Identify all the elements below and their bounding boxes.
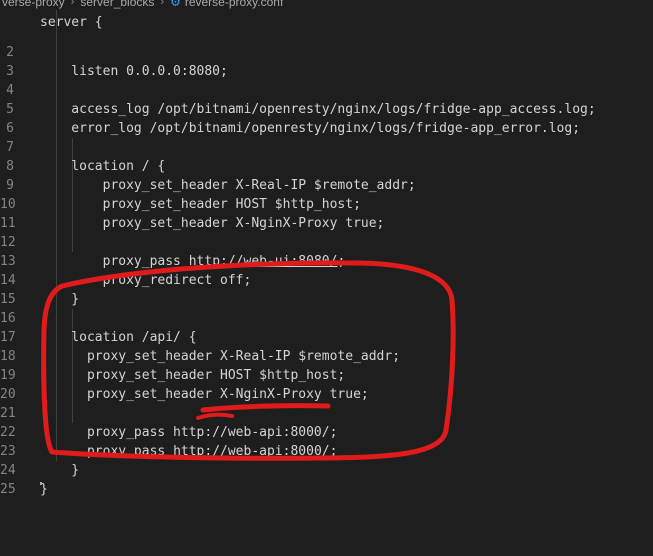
code-line: 25 (0, 461, 653, 497)
code-line: 17 proxy_set_header X-Real-IP $remote_ad… (0, 309, 653, 364)
code-line: 18 proxy_set_header HOST $http_host; (0, 328, 653, 383)
code-line: 11 (0, 195, 653, 231)
code-line: 2 listen 0.0.0.0:8080; (0, 24, 653, 79)
breadcrumb-item[interactable]: reverse-proxy.conf (185, 0, 283, 9)
code-line: 21 proxy_pass http://web-api:8000/; (0, 385, 653, 440)
code-editor[interactable]: server { 2 listen 0.0.0.0:8080; 3 4 acce… (0, 0, 653, 497)
code-line: 8 proxy_set_header X-Real-IP $remote_add… (0, 138, 653, 193)
code-line: 22 proxy_pass http://web-api:8000/; (0, 404, 653, 459)
code-line: 5 error_log /opt/bitnami/openresty/nginx… (0, 81, 653, 136)
code-line: 4 access_log /opt/bitnami/openresty/ngin… (0, 62, 653, 117)
code-line: 20 (0, 366, 653, 402)
code-line: 24 } (0, 442, 653, 497)
code-line: 13 proxy_redirect off; (0, 233, 653, 288)
code-line: 19 proxy_set_header X-NginX-Proxy true; (0, 347, 653, 402)
code-line: 3 (0, 43, 653, 79)
breadcrumb: verse-proxy › server_blocks › ⚙ reverse-… (0, 0, 653, 10)
chevron-right-icon: › (70, 0, 75, 8)
code-line: 23 } (0, 423, 653, 478)
code-line: 9 proxy_set_header HOST $http_host; (0, 157, 653, 212)
code-line: 16 location /api/ { (0, 290, 653, 345)
chevron-right-icon: › (160, 0, 165, 8)
code-line: 7 location / { (0, 119, 653, 174)
breadcrumb-item[interactable]: verse-proxy (2, 0, 65, 9)
code-line: 6 (0, 100, 653, 136)
breadcrumb-item[interactable]: server_blocks (80, 0, 154, 9)
code-line: 10 proxy_set_header X-NginX-Proxy true; (0, 176, 653, 231)
code-line: 12 proxy_pass http://web-ui:8080/; (0, 214, 653, 269)
code-line: 14 } (0, 252, 653, 307)
code-line: 15 (0, 271, 653, 307)
gear-icon: ⚙ (170, 0, 181, 9)
